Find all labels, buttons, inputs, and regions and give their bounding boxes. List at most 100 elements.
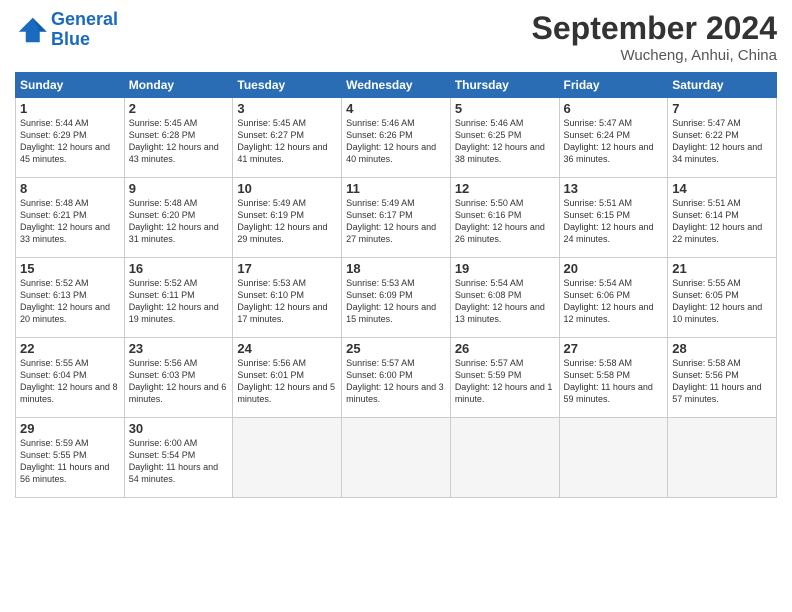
day-info: Sunrise: 5:46 AMSunset: 6:25 PMDaylight:… [455,117,555,166]
day-info: Sunrise: 5:45 AMSunset: 6:27 PMDaylight:… [237,117,337,166]
day-info: Sunrise: 5:48 AMSunset: 6:20 PMDaylight:… [129,197,229,246]
day-info: Sunrise: 5:57 AMSunset: 6:00 PMDaylight:… [346,357,446,406]
calendar-cell [668,418,777,498]
day-number: 13 [564,181,664,196]
day-info: Sunrise: 5:54 AMSunset: 6:06 PMDaylight:… [564,277,664,326]
calendar-cell: 17Sunrise: 5:53 AMSunset: 6:10 PMDayligh… [233,258,342,338]
calendar-cell: 2Sunrise: 5:45 AMSunset: 6:28 PMDaylight… [124,98,233,178]
calendar-row: 8Sunrise: 5:48 AMSunset: 6:21 PMDaylight… [16,178,777,258]
calendar-cell: 22Sunrise: 5:55 AMSunset: 6:04 PMDayligh… [16,338,125,418]
day-number: 10 [237,181,337,196]
weekday-header-cell: Saturday [668,73,777,98]
day-number: 11 [346,181,446,196]
day-info: Sunrise: 5:44 AMSunset: 6:29 PMDaylight:… [20,117,120,166]
calendar-cell: 14Sunrise: 5:51 AMSunset: 6:14 PMDayligh… [668,178,777,258]
day-info: Sunrise: 5:58 AMSunset: 5:56 PMDaylight:… [672,357,772,406]
day-number: 9 [129,181,229,196]
day-number: 3 [237,101,337,116]
day-info: Sunrise: 5:47 AMSunset: 6:24 PMDaylight:… [564,117,664,166]
day-number: 23 [129,341,229,356]
day-number: 4 [346,101,446,116]
calendar-row: 1Sunrise: 5:44 AMSunset: 6:29 PMDaylight… [16,98,777,178]
calendar-cell: 10Sunrise: 5:49 AMSunset: 6:19 PMDayligh… [233,178,342,258]
day-info: Sunrise: 5:53 AMSunset: 6:09 PMDaylight:… [346,277,446,326]
day-info: Sunrise: 5:53 AMSunset: 6:10 PMDaylight:… [237,277,337,326]
calendar-cell: 27Sunrise: 5:58 AMSunset: 5:58 PMDayligh… [559,338,668,418]
calendar-cell: 9Sunrise: 5:48 AMSunset: 6:20 PMDaylight… [124,178,233,258]
day-info: Sunrise: 5:52 AMSunset: 6:13 PMDaylight:… [20,277,120,326]
calendar-cell: 18Sunrise: 5:53 AMSunset: 6:09 PMDayligh… [342,258,451,338]
calendar-cell: 29Sunrise: 5:59 AMSunset: 5:55 PMDayligh… [16,418,125,498]
calendar-row: 29Sunrise: 5:59 AMSunset: 5:55 PMDayligh… [16,418,777,498]
day-number: 22 [20,341,120,356]
calendar-cell: 8Sunrise: 5:48 AMSunset: 6:21 PMDaylight… [16,178,125,258]
day-number: 5 [455,101,555,116]
day-number: 24 [237,341,337,356]
calendar-cell [559,418,668,498]
day-number: 19 [455,261,555,276]
title-block: September 2024 Wucheng, Anhui, China [532,10,777,64]
calendar-row: 15Sunrise: 5:52 AMSunset: 6:13 PMDayligh… [16,258,777,338]
day-number: 7 [672,101,772,116]
day-info: Sunrise: 5:48 AMSunset: 6:21 PMDaylight:… [20,197,120,246]
month-title: September 2024 [532,10,777,47]
calendar-cell [342,418,451,498]
day-info: Sunrise: 5:52 AMSunset: 6:11 PMDaylight:… [129,277,229,326]
day-number: 21 [672,261,772,276]
calendar-cell: 7Sunrise: 5:47 AMSunset: 6:22 PMDaylight… [668,98,777,178]
day-info: Sunrise: 5:59 AMSunset: 5:55 PMDaylight:… [20,437,120,486]
day-number: 16 [129,261,229,276]
weekday-header-cell: Friday [559,73,668,98]
day-number: 20 [564,261,664,276]
calendar-cell: 28Sunrise: 5:58 AMSunset: 5:56 PMDayligh… [668,338,777,418]
location: Wucheng, Anhui, China [532,47,777,64]
calendar-table: SundayMondayTuesdayWednesdayThursdayFrid… [15,72,777,498]
calendar-cell: 12Sunrise: 5:50 AMSunset: 6:16 PMDayligh… [450,178,559,258]
calendar-cell: 1Sunrise: 5:44 AMSunset: 6:29 PMDaylight… [16,98,125,178]
day-info: Sunrise: 5:47 AMSunset: 6:22 PMDaylight:… [672,117,772,166]
calendar-cell: 11Sunrise: 5:49 AMSunset: 6:17 PMDayligh… [342,178,451,258]
day-info: Sunrise: 5:46 AMSunset: 6:26 PMDaylight:… [346,117,446,166]
logo-line1: General [51,9,118,29]
day-info: Sunrise: 6:00 AMSunset: 5:54 PMDaylight:… [129,437,229,486]
day-number: 15 [20,261,120,276]
calendar-cell: 25Sunrise: 5:57 AMSunset: 6:00 PMDayligh… [342,338,451,418]
day-info: Sunrise: 5:50 AMSunset: 6:16 PMDaylight:… [455,197,555,246]
weekday-header-row: SundayMondayTuesdayWednesdayThursdayFrid… [16,73,777,98]
weekday-header-cell: Tuesday [233,73,342,98]
day-info: Sunrise: 5:58 AMSunset: 5:58 PMDaylight:… [564,357,664,406]
day-info: Sunrise: 5:51 AMSunset: 6:15 PMDaylight:… [564,197,664,246]
calendar-cell [450,418,559,498]
day-number: 17 [237,261,337,276]
day-info: Sunrise: 5:55 AMSunset: 6:05 PMDaylight:… [672,277,772,326]
day-info: Sunrise: 5:49 AMSunset: 6:19 PMDaylight:… [237,197,337,246]
calendar-cell: 26Sunrise: 5:57 AMSunset: 5:59 PMDayligh… [450,338,559,418]
weekday-header-cell: Wednesday [342,73,451,98]
calendar-cell: 4Sunrise: 5:46 AMSunset: 6:26 PMDaylight… [342,98,451,178]
day-info: Sunrise: 5:55 AMSunset: 6:04 PMDaylight:… [20,357,120,406]
day-number: 8 [20,181,120,196]
calendar-body: 1Sunrise: 5:44 AMSunset: 6:29 PMDaylight… [16,98,777,498]
day-info: Sunrise: 5:56 AMSunset: 6:03 PMDaylight:… [129,357,229,406]
header: General Blue September 2024 Wucheng, Anh… [15,10,777,64]
calendar-cell: 19Sunrise: 5:54 AMSunset: 6:08 PMDayligh… [450,258,559,338]
calendar-cell: 3Sunrise: 5:45 AMSunset: 6:27 PMDaylight… [233,98,342,178]
calendar-cell: 16Sunrise: 5:52 AMSunset: 6:11 PMDayligh… [124,258,233,338]
logo-line2: Blue [51,29,90,49]
day-number: 30 [129,421,229,436]
weekday-header-cell: Sunday [16,73,125,98]
weekday-header-cell: Thursday [450,73,559,98]
logo: General Blue [15,10,118,50]
calendar-cell [233,418,342,498]
day-number: 12 [455,181,555,196]
day-number: 26 [455,341,555,356]
day-number: 29 [20,421,120,436]
calendar-cell: 30Sunrise: 6:00 AMSunset: 5:54 PMDayligh… [124,418,233,498]
day-info: Sunrise: 5:51 AMSunset: 6:14 PMDaylight:… [672,197,772,246]
calendar-cell: 13Sunrise: 5:51 AMSunset: 6:15 PMDayligh… [559,178,668,258]
calendar-cell: 15Sunrise: 5:52 AMSunset: 6:13 PMDayligh… [16,258,125,338]
day-info: Sunrise: 5:49 AMSunset: 6:17 PMDaylight:… [346,197,446,246]
logo-icon [15,16,47,44]
day-number: 1 [20,101,120,116]
calendar-cell: 24Sunrise: 5:56 AMSunset: 6:01 PMDayligh… [233,338,342,418]
